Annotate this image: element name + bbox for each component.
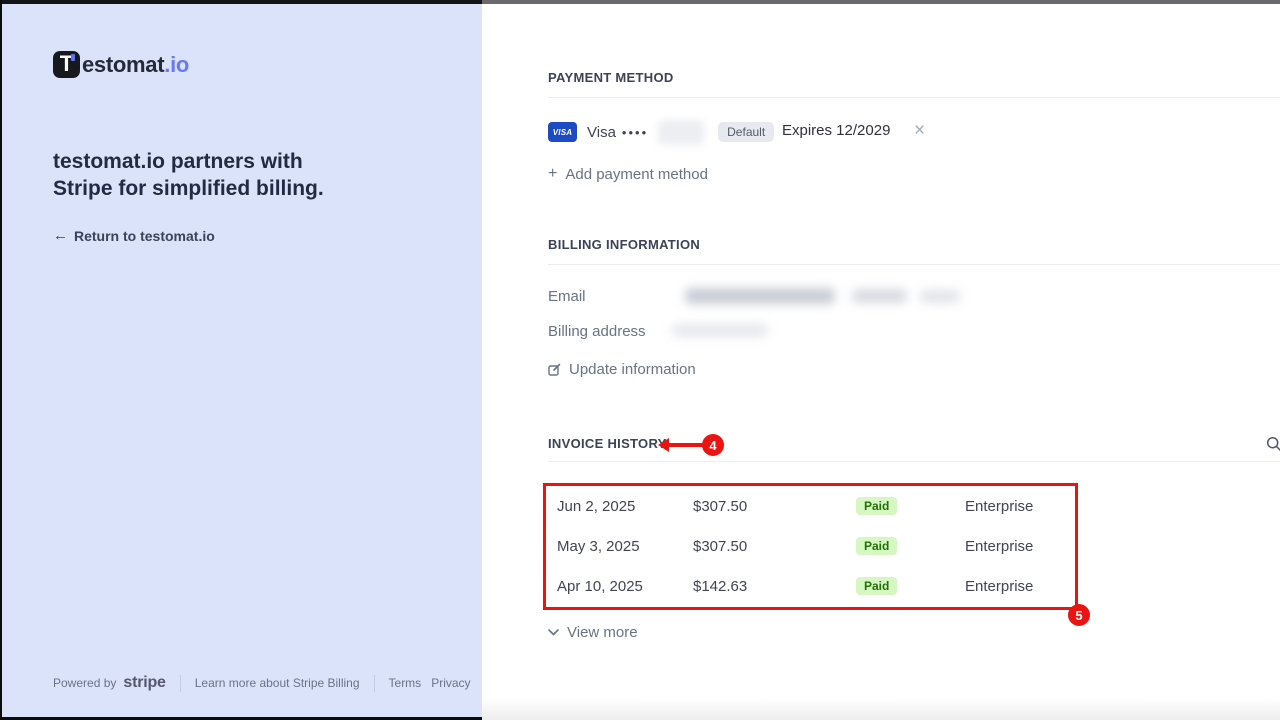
invoice-date: Apr 10, 2025 xyxy=(557,578,693,595)
invoice-table: Jun 2, 2025 $307.50 Paid Enterprise May … xyxy=(548,486,1208,606)
logo-name: estomat xyxy=(82,52,164,77)
card-masked-dots: •••• xyxy=(622,125,648,140)
view-more-button[interactable]: View more xyxy=(548,624,638,641)
window-left-edge xyxy=(0,0,2,720)
chevron-down-icon xyxy=(548,629,559,636)
email-value-redacted xyxy=(682,286,942,306)
status-badge: Paid xyxy=(856,577,897,595)
billing-address-label: Billing address xyxy=(548,323,646,340)
sidebar-footer: Powered by stripe Learn more about Strip… xyxy=(53,674,471,692)
partner-heading: testomat.io partners with Stripe for sim… xyxy=(53,148,353,202)
footer-divider xyxy=(180,675,181,692)
window-top-edge xyxy=(0,0,1280,4)
logo-blue-tick xyxy=(71,54,75,61)
invoice-row[interactable]: May 3, 2025 $307.50 Paid Enterprise xyxy=(548,526,1208,566)
invoice-plan: Enterprise xyxy=(965,578,1208,595)
arrow-left-icon: ← xyxy=(53,227,68,244)
email-label: Email xyxy=(548,288,586,305)
payment-method-title: PAYMENT METHOD xyxy=(548,70,674,85)
add-payment-method-label: Add payment method xyxy=(565,166,708,183)
invoice-plan: Enterprise xyxy=(965,538,1208,555)
edit-icon xyxy=(548,363,561,376)
return-link[interactable]: ← Return to testomat.io xyxy=(53,227,215,244)
annotation-step-5: 5 xyxy=(1068,604,1090,626)
stripe-logo[interactable]: stripe xyxy=(123,674,165,692)
add-payment-method-button[interactable]: + Add payment method xyxy=(548,165,708,183)
privacy-link[interactable]: Privacy xyxy=(431,676,470,690)
section-divider xyxy=(548,264,1280,265)
remove-card-button[interactable]: × xyxy=(914,119,925,143)
section-divider xyxy=(548,461,1280,462)
status-badge: Paid xyxy=(856,537,897,555)
section-divider xyxy=(548,97,1280,98)
billing-address-value-redacted xyxy=(670,321,780,339)
default-badge: Default xyxy=(718,122,774,142)
invoice-row[interactable]: Jun 2, 2025 $307.50 Paid Enterprise xyxy=(548,486,1208,526)
update-information-label: Update information xyxy=(569,361,696,378)
billing-info-title: BILLING INFORMATION xyxy=(548,237,700,252)
invoice-amount: $142.63 xyxy=(693,578,856,595)
invoice-plan: Enterprise xyxy=(965,498,1208,515)
view-more-label: View more xyxy=(567,624,638,641)
logo-suffix: .io xyxy=(164,52,189,77)
logo-wordmark: estomat.io xyxy=(82,52,189,78)
invoice-amount: $307.50 xyxy=(693,538,856,555)
visa-logo-text: VISA xyxy=(553,128,572,137)
card-expiry-label: Expires 12/2029 xyxy=(782,122,890,139)
card-brand-label: Visa xyxy=(587,124,616,141)
terms-link[interactable]: Terms xyxy=(389,676,422,690)
return-link-label: Return to testomat.io xyxy=(74,228,215,244)
payment-method-row: VISA Visa •••• Default Expires 12/2029 × xyxy=(548,119,1268,145)
visa-card-icon: VISA xyxy=(548,122,577,142)
footer-divider xyxy=(374,675,375,692)
invoice-history-title: INVOICE HISTORY xyxy=(548,436,667,451)
learn-more-link[interactable]: Learn more about Stripe Billing xyxy=(195,676,360,690)
sidebar: T estomat.io testomat.io partners with S… xyxy=(0,0,482,720)
invoice-row[interactable]: Apr 10, 2025 $142.63 Paid Enterprise xyxy=(548,566,1208,606)
testomat-logo[interactable]: T estomat.io xyxy=(53,51,189,78)
powered-by-label: Powered by xyxy=(53,676,116,690)
status-badge: Paid xyxy=(856,497,897,515)
annotation-step-4: 4 xyxy=(702,434,724,456)
invoice-date: May 3, 2025 xyxy=(557,538,693,555)
invoice-amount: $307.50 xyxy=(693,498,856,515)
search-icon[interactable] xyxy=(1266,436,1280,452)
plus-icon: + xyxy=(548,165,557,183)
invoice-date: Jun 2, 2025 xyxy=(557,498,693,515)
update-information-button[interactable]: Update information xyxy=(548,361,696,378)
billing-portal-content: PAYMENT METHOD VISA Visa •••• Default Ex… xyxy=(482,0,1280,720)
card-last4-redacted xyxy=(658,120,704,145)
testomat-logo-icon: T xyxy=(53,51,80,78)
